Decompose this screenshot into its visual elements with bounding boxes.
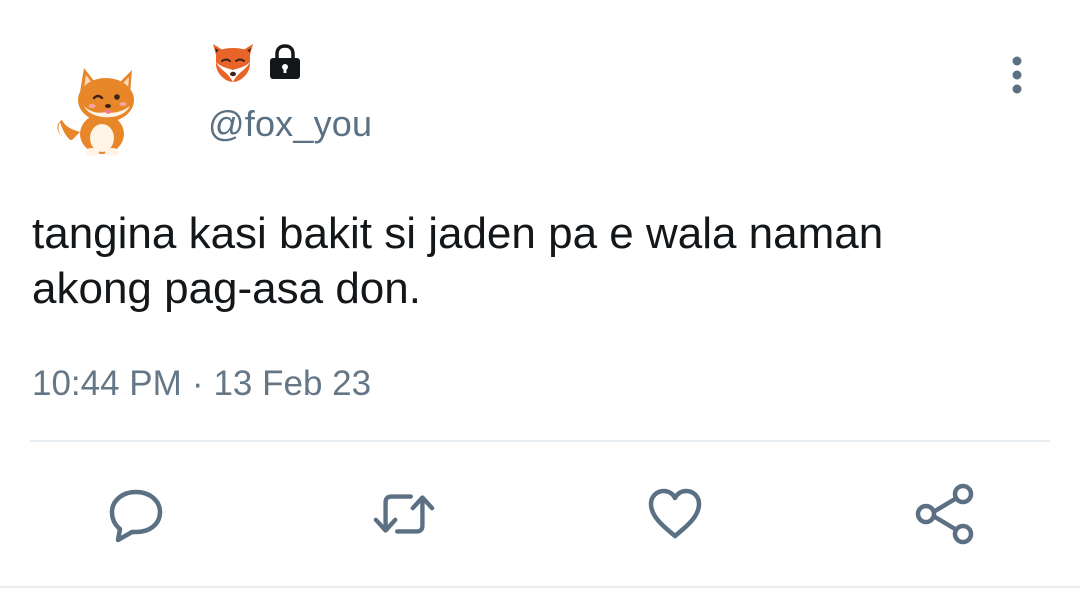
user-handle[interactable]: @fox_you (208, 103, 372, 145)
tweet-text: tangina kasi bakit si jaden pa e wala na… (32, 209, 884, 313)
lock-icon (270, 44, 300, 79)
share-button[interactable] (912, 482, 976, 546)
bottom-divider (0, 586, 1080, 588)
like-button[interactable] (643, 482, 707, 546)
like-icon (648, 488, 702, 539)
retweet-icon (373, 494, 435, 534)
divider (30, 440, 1050, 442)
avatar[interactable] (50, 62, 150, 162)
more-vertical-icon (1012, 56, 1022, 94)
tweet-time: 10:44 PM (32, 364, 182, 403)
retweet-button[interactable] (372, 482, 436, 546)
share-icon (915, 483, 974, 545)
fox-avatar-icon (57, 68, 134, 156)
display-name (210, 40, 304, 84)
tweet-date: 13 Feb 23 (213, 364, 372, 403)
reply-icon (109, 489, 163, 543)
more-options-button[interactable] (1000, 52, 1034, 98)
meta-separator: · (191, 364, 204, 403)
reply-button[interactable] (104, 482, 168, 546)
tweet-timestamp[interactable]: 10:44 PM · 13 Feb 23 (32, 364, 371, 404)
tweet-card: @fox_you tangina kasi bakit si jaden pa … (0, 0, 1080, 606)
fox-face-icon (213, 44, 253, 82)
